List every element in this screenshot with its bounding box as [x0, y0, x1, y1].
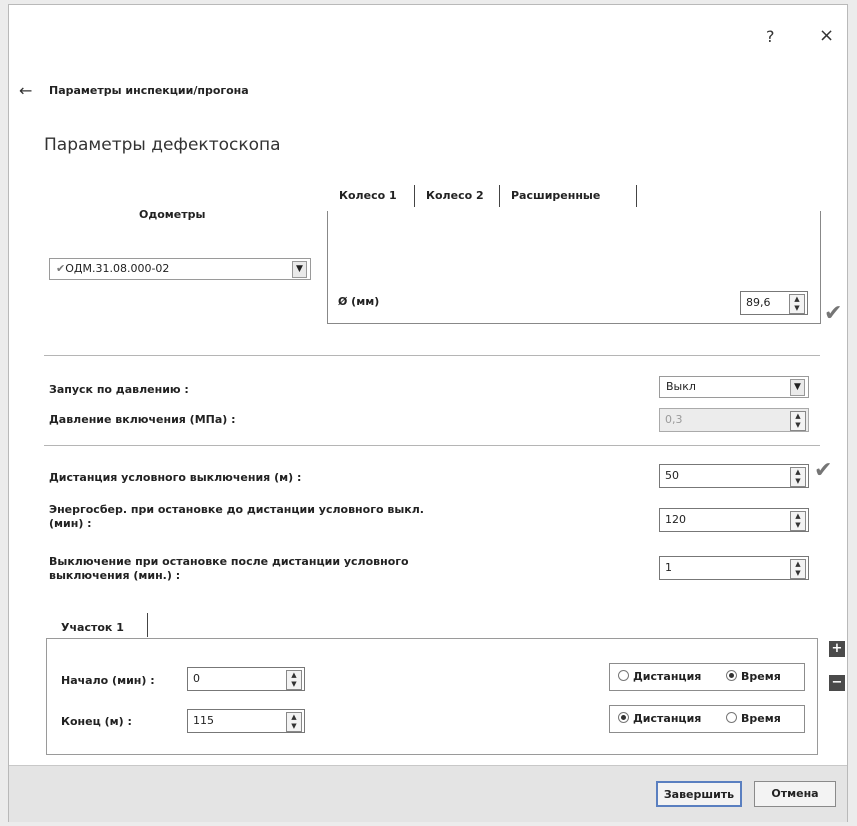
chevron-down-icon[interactable]: ▼ — [292, 261, 307, 278]
breadcrumb: Параметры инспекции/прогона — [49, 84, 249, 97]
pressure-start-select[interactable]: Выкл ▼ — [659, 376, 809, 398]
spin-down-icon[interactable]: ▼ — [791, 477, 805, 486]
section-end-stepper[interactable]: ▲ ▼ — [286, 712, 302, 732]
pressure-on-input[interactable]: 0,3 ▲ ▼ — [659, 408, 809, 432]
section-panel: Начало (мин) : 0 ▲ ▼ Конец (м) : 115 ▲ ▼ Д… — [46, 638, 818, 755]
radio-dot[interactable] — [618, 670, 629, 681]
pressure-on-label: Давление включения (МПа) : — [49, 413, 236, 426]
section-start-input[interactable]: 0 ▲ ▼ — [187, 667, 305, 691]
off-after-label: Выключение при остановке после дистанции… — [49, 555, 409, 583]
radio-start-time[interactable]: Время — [726, 670, 781, 683]
radio-end-time[interactable]: Время — [726, 712, 781, 725]
diameter-label: Ø (мм) — [338, 295, 380, 308]
divider — [44, 355, 820, 356]
minus-icon[interactable]: − — [829, 675, 845, 691]
radio-dot[interactable] — [726, 712, 737, 723]
spin-up-icon[interactable]: ▲ — [791, 560, 805, 569]
cancel-button[interactable]: Отмена — [754, 781, 836, 807]
pressure-on-value: 0,3 — [665, 413, 683, 426]
spin-up-icon[interactable]: ▲ — [287, 671, 301, 680]
off-after-label-line2: выключения (мин.) : — [49, 569, 181, 582]
odometer-select-text: ОДМ.31.08.000-02 — [65, 262, 170, 275]
off-after-value: 1 — [665, 561, 672, 574]
radio-dot[interactable] — [618, 712, 629, 723]
shutdown-distance-stepper[interactable]: ▲ ▼ — [790, 467, 806, 487]
dialog-window: ? × ← Параметры инспекции/прогона Параме… — [8, 4, 848, 822]
diameter-input[interactable]: 89,6 ▲ ▼ — [740, 291, 808, 315]
radio-dot[interactable] — [726, 670, 737, 681]
radio-start-distance[interactable]: Дистанция — [618, 670, 701, 683]
spin-down-icon[interactable]: ▼ — [287, 680, 301, 689]
off-after-stepper[interactable]: ▲ ▼ — [790, 559, 806, 579]
checkmark-icon: ✔ — [56, 262, 66, 275]
diameter-value: 89,6 — [746, 296, 771, 309]
pressure-start-value: Выкл — [666, 380, 696, 393]
odometer-select[interactable]: ✔ОДМ.31.08.000-02 ▼ — [49, 258, 311, 280]
spin-up-icon[interactable]: ▲ — [791, 412, 805, 421]
pressure-on-stepper[interactable]: ▲ ▼ — [790, 411, 806, 431]
arrow-left-icon[interactable]: ← — [19, 81, 32, 100]
spin-down-icon[interactable]: ▼ — [791, 421, 805, 430]
energy-saving-label: Энергосбер. при остановке до дистанции у… — [49, 503, 424, 531]
checkmark-icon: ✔ — [824, 301, 843, 326]
radio-time-label: Время — [741, 670, 781, 683]
off-after-label-line1: Выключение при остановке после дистанции… — [49, 555, 409, 568]
section-end-value: 115 — [193, 714, 214, 727]
spin-down-icon[interactable]: ▼ — [790, 304, 804, 313]
shutdown-distance-input[interactable]: 50 ▲ ▼ — [659, 464, 809, 488]
chevron-down-icon[interactable]: ▼ — [790, 379, 805, 396]
radio-distance-label: Дистанция — [633, 712, 702, 725]
tab-advanced[interactable]: Расширенные — [511, 189, 600, 202]
section-start-stepper[interactable]: ▲ ▼ — [286, 670, 302, 690]
energy-saving-label-line2: (мин) : — [49, 517, 92, 530]
page-title: Параметры дефектоскопа — [44, 135, 281, 155]
close-button[interactable]: × — [819, 25, 834, 46]
shutdown-distance-value: 50 — [665, 469, 679, 482]
spin-up-icon[interactable]: ▲ — [791, 468, 805, 477]
off-after-input[interactable]: 1 ▲ ▼ — [659, 556, 809, 580]
section-end-input[interactable]: 115 ▲ ▼ — [187, 709, 305, 733]
wheel-panel: Ø (мм) 89,6 ▲ ▼ — [327, 211, 821, 324]
shutdown-distance-label: Дистанция условного выключения (м) : — [49, 471, 302, 484]
radio-distance-label: Дистанция — [633, 670, 702, 683]
odometers-label: Одометры — [139, 208, 206, 221]
tab-wheel-1[interactable]: Колесо 1 — [339, 189, 397, 202]
spin-down-icon[interactable]: ▼ — [791, 521, 805, 530]
energy-saving-input[interactable]: 120 ▲ ▼ — [659, 508, 809, 532]
section-end-mode: Дистанция Время — [609, 705, 805, 733]
spin-up-icon[interactable]: ▲ — [790, 295, 804, 304]
tab-separator — [414, 185, 415, 207]
odometer-select-value: ✔ОДМ.31.08.000-02 — [56, 262, 169, 275]
tab-section-1[interactable]: Участок 1 — [61, 621, 124, 635]
pressure-start-label: Запуск по давлению : — [49, 383, 189, 396]
footer-bar: Завершить Отмена — [9, 765, 847, 822]
spin-up-icon[interactable]: ▲ — [287, 713, 301, 722]
tab-wheel-2[interactable]: Колесо 2 — [426, 189, 484, 202]
finish-button[interactable]: Завершить — [656, 781, 742, 807]
energy-saving-stepper[interactable]: ▲ ▼ — [790, 511, 806, 531]
plus-icon[interactable]: + — [829, 641, 845, 657]
spin-down-icon[interactable]: ▼ — [791, 569, 805, 578]
diameter-stepper[interactable]: ▲ ▼ — [789, 294, 805, 314]
tab-separator — [636, 185, 637, 207]
help-button[interactable]: ? — [766, 27, 775, 46]
section-start-value: 0 — [193, 672, 200, 685]
spin-up-icon[interactable]: ▲ — [791, 512, 805, 521]
checkmark-icon: ✔ — [814, 458, 833, 483]
tab-separator — [499, 185, 500, 207]
tab-separator — [147, 613, 148, 637]
section-start-mode: Дистанция Время — [609, 663, 805, 691]
divider — [44, 445, 820, 446]
section-start-label: Начало (мин) : — [61, 674, 155, 687]
radio-end-distance[interactable]: Дистанция — [618, 712, 701, 725]
energy-saving-value: 120 — [665, 513, 686, 526]
energy-saving-label-line1: Энергосбер. при остановке до дистанции у… — [49, 503, 424, 516]
spin-down-icon[interactable]: ▼ — [287, 722, 301, 731]
section-end-label: Конец (м) : — [61, 715, 132, 728]
radio-time-label: Время — [741, 712, 781, 725]
